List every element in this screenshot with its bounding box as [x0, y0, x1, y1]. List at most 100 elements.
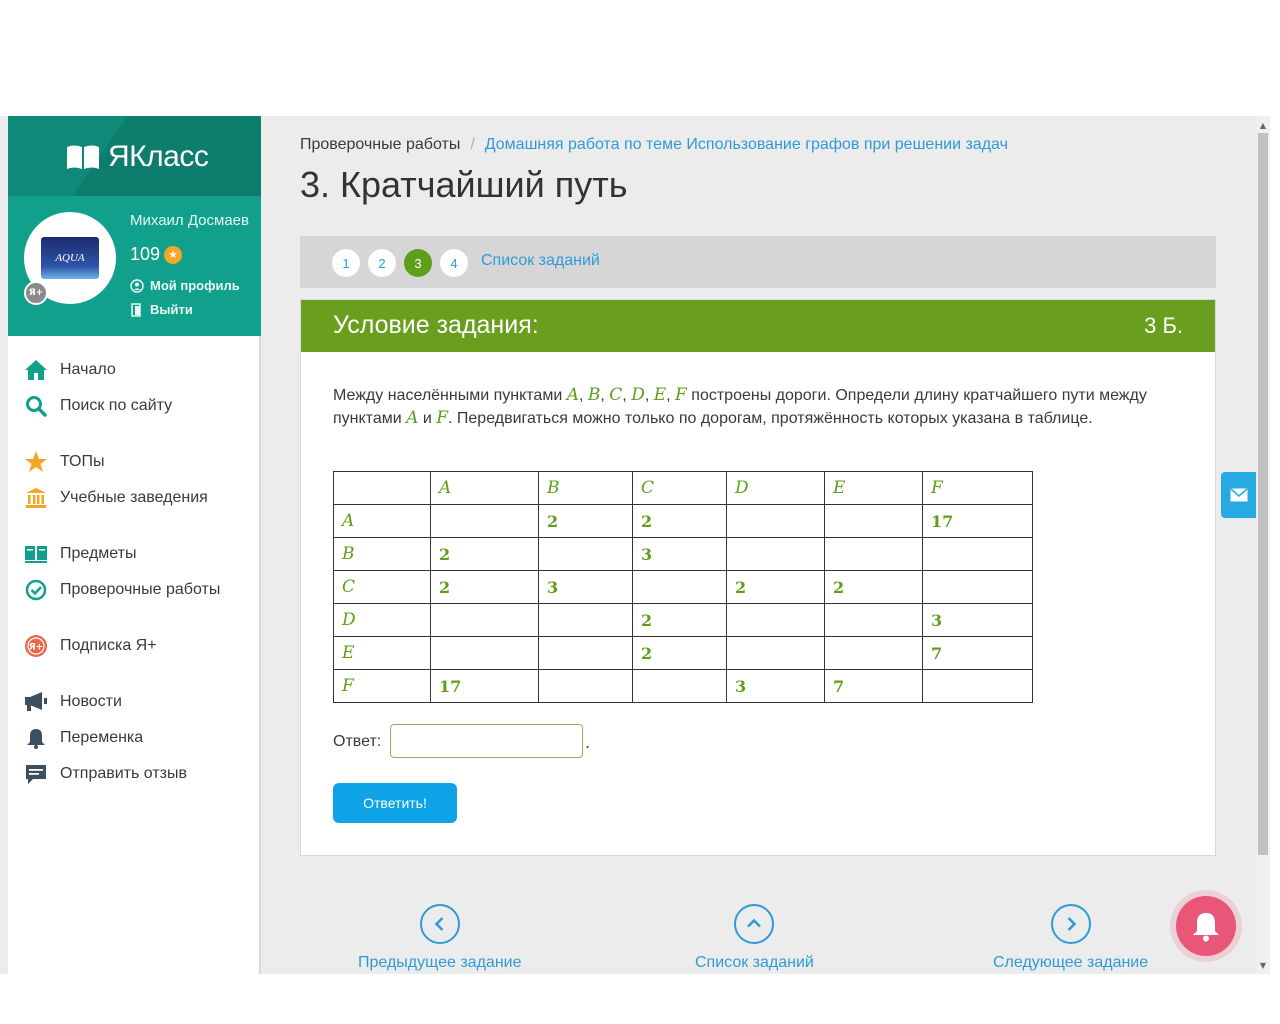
point-separator: ,: [600, 387, 610, 404]
search-icon: [24, 394, 48, 418]
table-cell: 17: [922, 504, 1033, 538]
check-circle-icon: [24, 578, 48, 602]
point-separator: ,: [666, 387, 676, 404]
sidebar-item-feedback[interactable]: Отправить отзыв: [24, 760, 187, 788]
vertical-scrollbar[interactable]: ▲ ▼: [1256, 116, 1270, 974]
table-row-header: E: [333, 636, 431, 670]
sidebar-item-label: Поиск по сайту: [60, 397, 173, 414]
table-cell: [824, 636, 923, 670]
page-button-1[interactable]: 1: [332, 249, 360, 277]
table-cell: 7: [922, 636, 1033, 670]
page-button-3[interactable]: 3: [404, 249, 432, 277]
table-cell: [726, 537, 825, 571]
sidebar-item-tops[interactable]: ТОПы: [24, 448, 105, 476]
table-cell: 2: [726, 570, 825, 604]
page-button-2[interactable]: 2: [368, 249, 396, 277]
table-header-cell: D: [726, 471, 825, 505]
task-condition-title: Условие задания:: [333, 311, 539, 339]
table-cell: [632, 669, 727, 703]
task-list-link[interactable]: Список заданий: [481, 252, 600, 270]
sidebar-item-label: Предметы: [60, 545, 137, 562]
chevron-left-icon: [419, 904, 460, 944]
table-row: C2322: [333, 570, 1033, 604]
table-cell: [726, 603, 825, 637]
sidebar-item-subjects[interactable]: Предметы: [24, 540, 136, 568]
sidebar-item-subscription[interactable]: Я+ Подписка Я+: [24, 632, 157, 660]
scroll-up-arrow[interactable]: ▲: [1256, 118, 1270, 132]
svg-text:Я+: Я+: [29, 643, 43, 653]
table-cell: 17: [430, 669, 539, 703]
table-header-cell: F: [922, 471, 1033, 505]
table-cell: [922, 669, 1033, 703]
point-name: A: [566, 385, 579, 405]
table-cell: [726, 636, 825, 670]
sidebar-item-institutions[interactable]: Учебные заведения: [24, 484, 208, 512]
bell-icon: [1193, 913, 1219, 942]
star-coin-icon: ★: [164, 245, 183, 264]
table-header-cell: E: [824, 471, 923, 505]
sidebar-item-label: Проверочные работы: [60, 581, 221, 598]
sidebar-item-label: Учебные заведения: [60, 489, 208, 506]
institution-icon: [24, 486, 48, 510]
previous-task-nav[interactable]: Предыдущее задание: [358, 904, 521, 972]
point-separator: ,: [644, 387, 654, 404]
logout-link[interactable]: Выйти: [130, 302, 193, 317]
table-row-header: F: [333, 669, 431, 703]
sidebar-item-label: Отправить отзыв: [60, 765, 187, 782]
task-text-part: и: [418, 410, 437, 427]
scroll-down-arrow[interactable]: ▼: [1256, 958, 1270, 972]
sidebar-header: ЯКласс AQUA Я+ Михаил Досмаев 109 ★ Мой …: [8, 116, 261, 336]
feedback-icon: [24, 762, 48, 786]
table-cell: [632, 570, 727, 604]
table-cell: [824, 537, 923, 571]
answer-label: Ответ:: [333, 733, 382, 750]
logo-text: ЯКласс: [108, 140, 209, 173]
notifications-button[interactable]: [1176, 896, 1236, 956]
task-list-nav[interactable]: Список заданий: [695, 904, 814, 972]
page-button-4[interactable]: 4: [440, 249, 468, 277]
table-cell: [824, 504, 923, 538]
start-point: A: [406, 408, 419, 428]
table-cell: 2: [632, 636, 727, 670]
table-row-header: A: [333, 504, 431, 538]
point-name: C: [609, 385, 623, 405]
table-header-cell: B: [538, 471, 633, 505]
site-logo[interactable]: ЯКласс: [66, 140, 209, 174]
end-point: F: [436, 408, 449, 428]
table-cell: 2: [632, 504, 727, 538]
sidebar-item-tests[interactable]: Проверочные работы: [24, 576, 220, 604]
table-row: B2 3: [333, 537, 1033, 571]
table-cell: 2: [538, 504, 633, 538]
sidebar-item-news[interactable]: Новости: [24, 688, 122, 716]
window-right-edge: [1270, 116, 1280, 974]
table-cell: [538, 537, 633, 571]
books-icon: [24, 542, 48, 566]
table-row-header: C: [333, 570, 431, 604]
next-task-nav[interactable]: Следующее задание: [993, 904, 1148, 972]
next-task-label: Следующее задание: [993, 954, 1149, 971]
table-cell: 3: [538, 570, 633, 604]
feedback-mail-tab[interactable]: [1221, 472, 1256, 518]
point-name: F: [675, 385, 687, 405]
table-row-header: D: [333, 603, 431, 637]
breadcrumb-current[interactable]: Домашняя работа по теме Использование гр…: [485, 136, 1008, 153]
table-row: A 2 2 17: [333, 504, 1033, 538]
sidebar-item-label: Начало: [60, 361, 116, 378]
page-title: 3. Кратчайший путь: [300, 164, 628, 205]
table-cell: [922, 537, 1033, 571]
task-list-label: Список заданий: [695, 954, 814, 971]
submit-answer-button[interactable]: Ответить!: [333, 783, 457, 823]
answer-input[interactable]: [390, 724, 583, 758]
sidebar-item-home[interactable]: Начало: [24, 356, 116, 384]
my-profile-link[interactable]: Мой профиль: [130, 278, 240, 293]
sidebar-item-break[interactable]: Переменка: [24, 724, 143, 752]
scrollbar-thumb[interactable]: [1258, 133, 1268, 855]
point-name: D: [631, 385, 645, 405]
sidebar-item-label: Подписка Я+: [60, 637, 157, 654]
table-cell: 3: [632, 537, 727, 571]
table-cell: [726, 504, 825, 538]
task-points: 3 Б.: [1144, 313, 1183, 338]
user-points: 109 ★: [130, 244, 183, 265]
breadcrumb-root[interactable]: Проверочные работы: [300, 136, 460, 153]
sidebar-item-search[interactable]: Поиск по сайту: [24, 392, 172, 420]
